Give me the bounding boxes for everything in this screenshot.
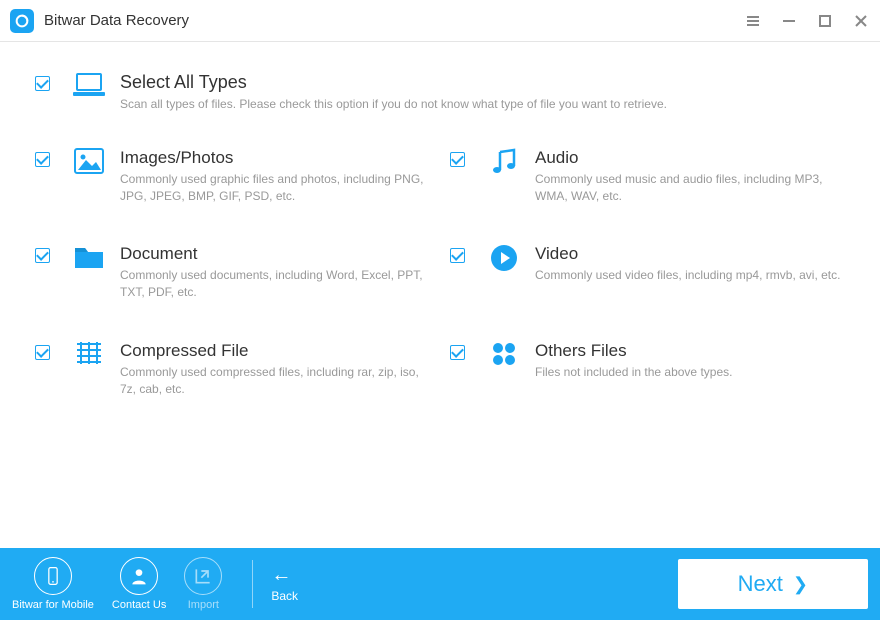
type-item-others: Others Files Files not included in the a…: [450, 341, 845, 398]
select-all-title: Select All Types: [120, 72, 667, 93]
maximize-button[interactable]: [816, 12, 834, 30]
back-label: Back: [271, 589, 298, 603]
video-desc: Commonly used video files, including mp4…: [535, 267, 840, 284]
image-icon: [68, 148, 110, 174]
video-title: Video: [535, 244, 840, 264]
audio-checkbox[interactable]: [450, 152, 465, 167]
video-checkbox[interactable]: [450, 248, 465, 263]
back-button[interactable]: ← Back: [271, 565, 298, 603]
others-title: Others Files: [535, 341, 732, 361]
compressed-checkbox[interactable]: [35, 345, 50, 360]
document-desc: Commonly used documents, including Word,…: [120, 267, 430, 301]
images-title: Images/Photos: [120, 148, 430, 168]
type-item-video: Video Commonly used video files, includi…: [450, 244, 845, 301]
select-all-row: Select All Types Scan all types of files…: [35, 72, 845, 113]
titlebar: Bitwar Data Recovery: [0, 0, 880, 42]
person-icon: [120, 557, 158, 595]
others-desc: Files not included in the above types.: [535, 364, 732, 381]
app-logo-icon: [10, 9, 34, 33]
folder-icon: [68, 244, 110, 270]
others-checkbox[interactable]: [450, 345, 465, 360]
next-button[interactable]: Next ❯: [678, 559, 868, 609]
bitwar-mobile-button[interactable]: Bitwar for Mobile: [12, 557, 94, 611]
type-item-compressed: Compressed File Commonly used compressed…: [35, 341, 430, 398]
import-button[interactable]: Import: [184, 557, 222, 611]
compressed-desc: Commonly used compressed files, includin…: [120, 364, 430, 398]
app-title: Bitwar Data Recovery: [44, 12, 744, 29]
music-note-icon: [483, 148, 525, 176]
mobile-icon: [34, 557, 72, 595]
menu-icon[interactable]: [744, 12, 762, 30]
import-icon: [184, 557, 222, 595]
contact-us-button[interactable]: Contact Us: [112, 557, 166, 611]
next-label: Next: [738, 571, 783, 597]
contact-label: Contact Us: [112, 599, 166, 611]
close-button[interactable]: [852, 12, 870, 30]
compressed-title: Compressed File: [120, 341, 430, 361]
type-item-audio: Audio Commonly used music and audio file…: [450, 148, 845, 205]
audio-title: Audio: [535, 148, 845, 168]
audio-desc: Commonly used music and audio files, inc…: [535, 171, 845, 205]
play-icon: [483, 244, 525, 272]
back-arrow-icon: ←: [271, 565, 291, 585]
select-all-checkbox[interactable]: [35, 76, 50, 91]
images-checkbox[interactable]: [35, 152, 50, 167]
laptop-icon: [68, 72, 110, 100]
grid-icon: [483, 341, 525, 367]
type-item-document: Document Commonly used documents, includ…: [35, 244, 430, 301]
chevron-right-icon: ❯: [793, 574, 808, 595]
minimize-button[interactable]: [780, 12, 798, 30]
document-title: Document: [120, 244, 430, 264]
import-label: Import: [188, 599, 219, 611]
mobile-label: Bitwar for Mobile: [12, 599, 94, 611]
document-checkbox[interactable]: [35, 248, 50, 263]
footer-divider: [252, 560, 253, 608]
select-all-desc: Scan all types of files. Please check th…: [120, 96, 667, 113]
images-desc: Commonly used graphic files and photos, …: [120, 171, 430, 205]
archive-icon: [68, 341, 110, 369]
footer-bar: Bitwar for Mobile Contact Us Import ← Ba…: [0, 548, 880, 620]
type-item-images: Images/Photos Commonly used graphic file…: [35, 148, 430, 205]
content-area: Select All Types Scan all types of files…: [0, 42, 880, 398]
